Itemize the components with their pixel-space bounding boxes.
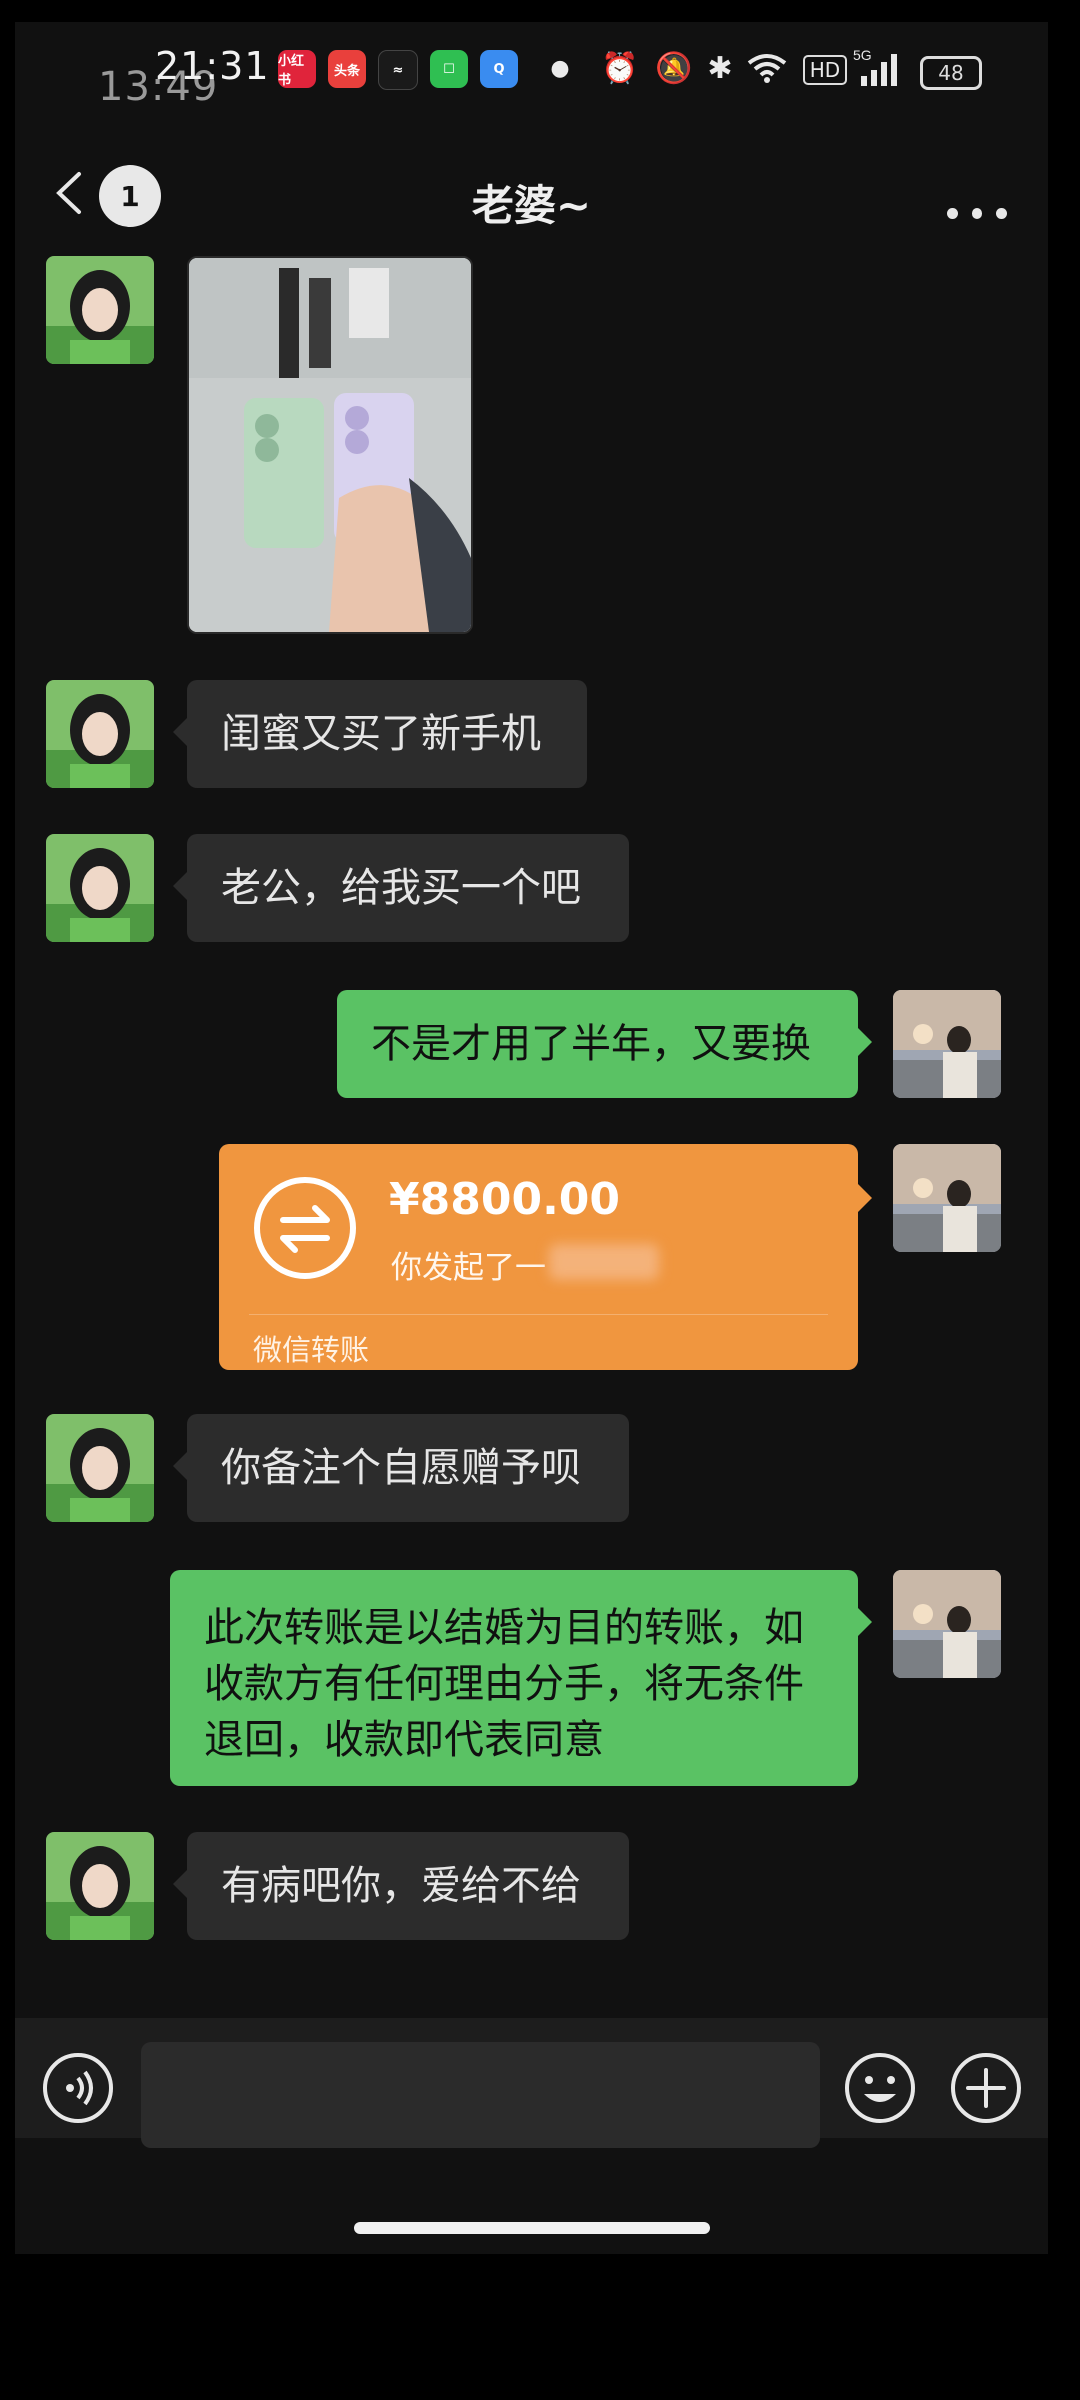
transfer-divider — [249, 1314, 828, 1315]
store-app-icon: ☐ — [430, 50, 468, 88]
cellular-signal-icon: 5G — [850, 48, 908, 88]
contact-avatar[interactable] — [46, 256, 154, 364]
xiaohongshu-app-icon: 小红书 — [278, 50, 316, 88]
message-bubble-incoming[interactable]: 你备注个自愿赠予呗 — [173, 1414, 629, 1522]
add-more-icon[interactable] — [950, 2052, 1022, 2124]
transfer-card[interactable]: ¥8800.00 你发起了一 微信转账 — [219, 1144, 872, 1370]
contact-avatar[interactable] — [46, 1414, 154, 1522]
bluetooth-icon: ✱ — [707, 50, 733, 86]
chat-title: 老婆~ — [471, 181, 592, 230]
capcut-app-icon: ≈ — [378, 50, 418, 90]
transfer-description: 你发起了一 — [391, 1250, 546, 1286]
search-app-icon: Q — [480, 50, 518, 88]
blurred-text — [549, 1244, 659, 1280]
message-input[interactable] — [141, 2042, 820, 2148]
my-avatar[interactable] — [893, 990, 1001, 1098]
dot-icon: ● — [550, 55, 570, 81]
contact-avatar[interactable] — [46, 1832, 154, 1940]
my-avatar[interactable] — [893, 1144, 1001, 1252]
status-time-overlay: 21:31 — [155, 44, 270, 88]
status-bar: 13:49 21:31 小红书 头条 ≈ ☐ Q ● ⏰ 🔕 ✱ HD 5G 4… — [15, 22, 1048, 132]
more-options-icon[interactable] — [947, 208, 1008, 220]
emoji-icon[interactable] — [844, 2052, 916, 2124]
alarm-icon: ⏰ — [601, 50, 639, 86]
message-bubble-outgoing[interactable]: 此次转账是以结婚为目的转账，如收款方有任何理由分手，将无条件退回，收款即代表同意 — [170, 1570, 872, 1786]
chat-screen: 13:49 21:31 小红书 头条 ≈ ☐ Q ● ⏰ 🔕 ✱ HD 5G 4… — [15, 22, 1048, 2254]
contact-avatar[interactable] — [46, 680, 154, 788]
battery-indicator: 48 — [920, 56, 982, 90]
message-bubble-outgoing[interactable]: 不是才用了半年，又要换 — [337, 990, 872, 1098]
hd-icon: HD — [803, 55, 847, 85]
message-bubble-incoming[interactable]: 有病吧你，爱给不给 — [173, 1832, 629, 1940]
contact-avatar[interactable] — [46, 834, 154, 942]
message-bubble-incoming[interactable]: 老公，给我买一个吧 — [173, 834, 629, 942]
mute-icon: 🔕 — [655, 50, 693, 86]
transfer-footer: 微信转账 — [253, 1333, 370, 1367]
message-bubble-incoming[interactable]: 闺蜜又买了新手机 — [173, 680, 587, 788]
transfer-icon — [253, 1176, 357, 1280]
my-avatar[interactable] — [893, 1570, 1001, 1678]
network-type-label: 5G — [853, 48, 872, 63]
home-indicator[interactable] — [354, 2222, 710, 2234]
voice-input-icon[interactable] — [42, 2052, 114, 2124]
transfer-amount: ¥8800.00 — [389, 1174, 621, 1225]
wifi-icon — [745, 48, 789, 88]
shared-photo[interactable] — [187, 256, 473, 634]
toutiao-app-icon: 头条 — [328, 50, 366, 88]
